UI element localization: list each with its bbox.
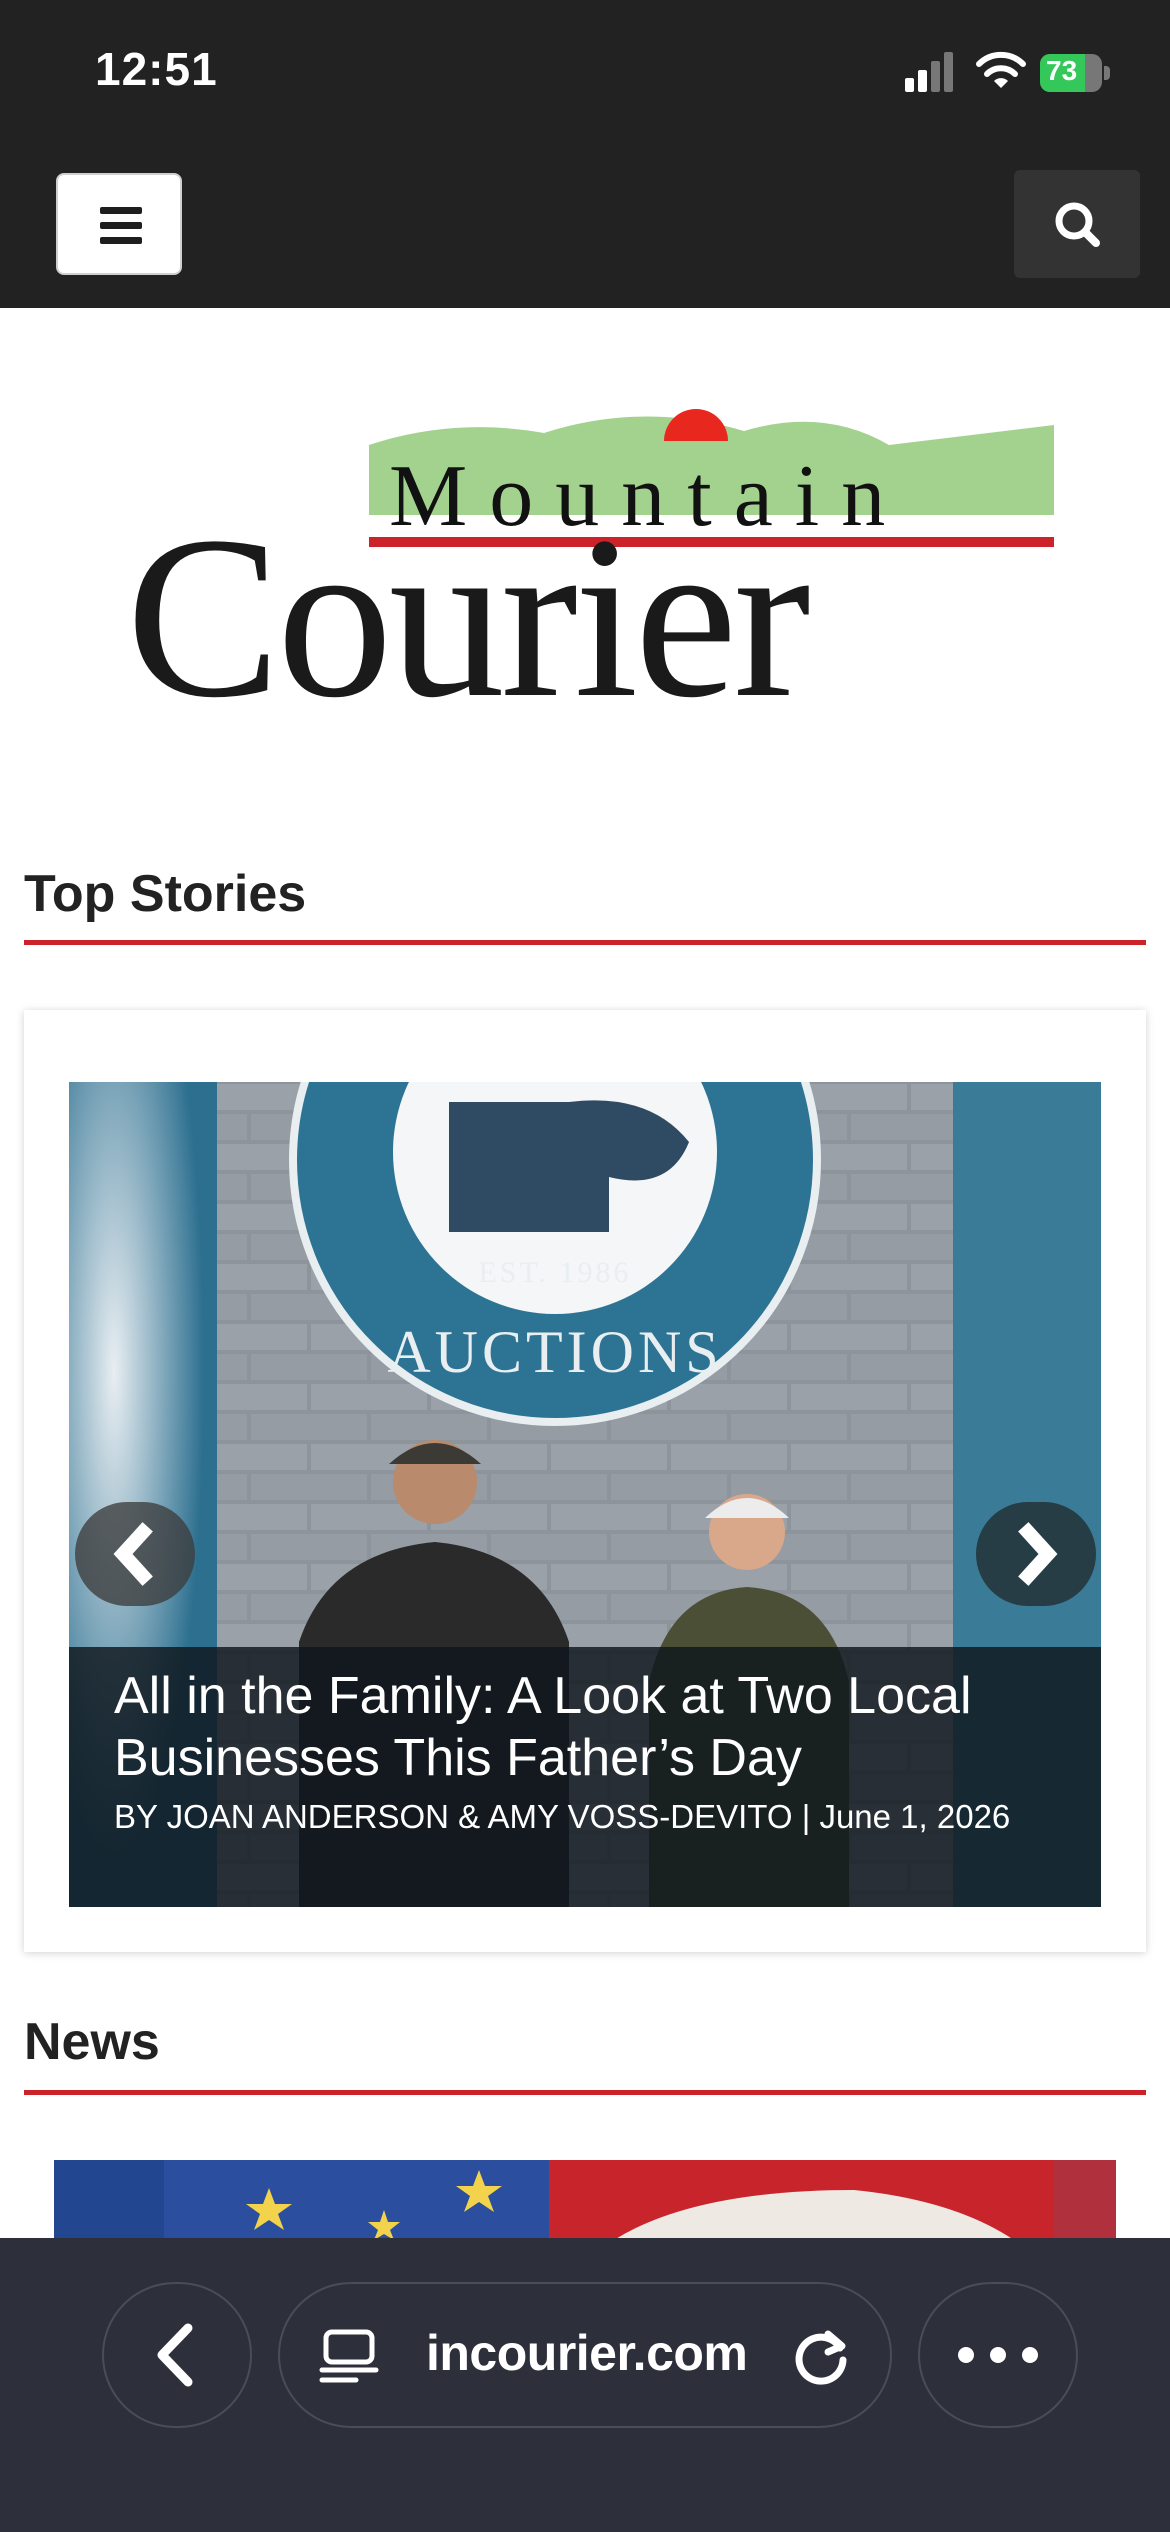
section-title-top-stories: Top Stories	[24, 865, 307, 923]
back-icon	[157, 2323, 193, 2387]
section-title-news: News	[24, 2013, 160, 2071]
site-logo[interactable]: Mountain Courier	[124, 405, 1054, 715]
more-icon	[958, 2347, 1038, 2363]
site-header: 12:51 73	[0, 0, 1170, 308]
more-button[interactable]	[918, 2282, 1078, 2428]
slider-next-button[interactable]	[976, 1502, 1096, 1606]
url-text: incourier.com	[426, 2325, 748, 2381]
hamburger-icon	[100, 207, 142, 214]
search-button[interactable]	[1014, 170, 1140, 278]
browser-toolbar: incourier.com	[0, 2238, 1170, 2532]
browser-back-button[interactable]	[102, 2282, 252, 2428]
section-divider	[24, 940, 1146, 945]
wifi-icon	[976, 51, 1026, 88]
sign-est-text: EST. 1986	[478, 1256, 631, 1289]
reload-icon[interactable]	[788, 2320, 858, 2390]
news-article-image[interactable]	[54, 2160, 1116, 2240]
section-divider	[24, 2090, 1146, 2095]
flag-photo	[54, 2160, 1116, 2240]
search-icon	[1055, 202, 1100, 247]
battery-icon: 73	[1040, 54, 1110, 92]
battery-percent: 73	[1046, 55, 1078, 86]
story-caption[interactable]: All in the Family: A Look at Two Local B…	[69, 1647, 1101, 1907]
signal-icon	[905, 52, 953, 92]
tabs-icon	[319, 2329, 379, 2383]
address-bar[interactable]: incourier.com	[278, 2282, 892, 2428]
status-time: 12:51	[95, 43, 218, 95]
story-slide[interactable]: EST. 1986 AUCTIONS All in the Family: A …	[69, 1082, 1101, 1907]
logo-word-courier: Courier	[126, 489, 809, 715]
slider-prev-button[interactable]	[75, 1502, 195, 1606]
story-byline: BY JOAN ANDERSON & AMY VOSS-DEVITO | Jun…	[114, 1798, 1011, 1835]
menu-button[interactable]	[56, 173, 182, 275]
chevron-left-icon	[113, 1522, 153, 1586]
story-headline[interactable]: All in the Family: A Look at Two Local B…	[114, 1665, 1074, 1789]
chevron-right-icon	[1018, 1522, 1058, 1586]
sign-auctions-text: AUCTIONS	[387, 1319, 722, 1385]
